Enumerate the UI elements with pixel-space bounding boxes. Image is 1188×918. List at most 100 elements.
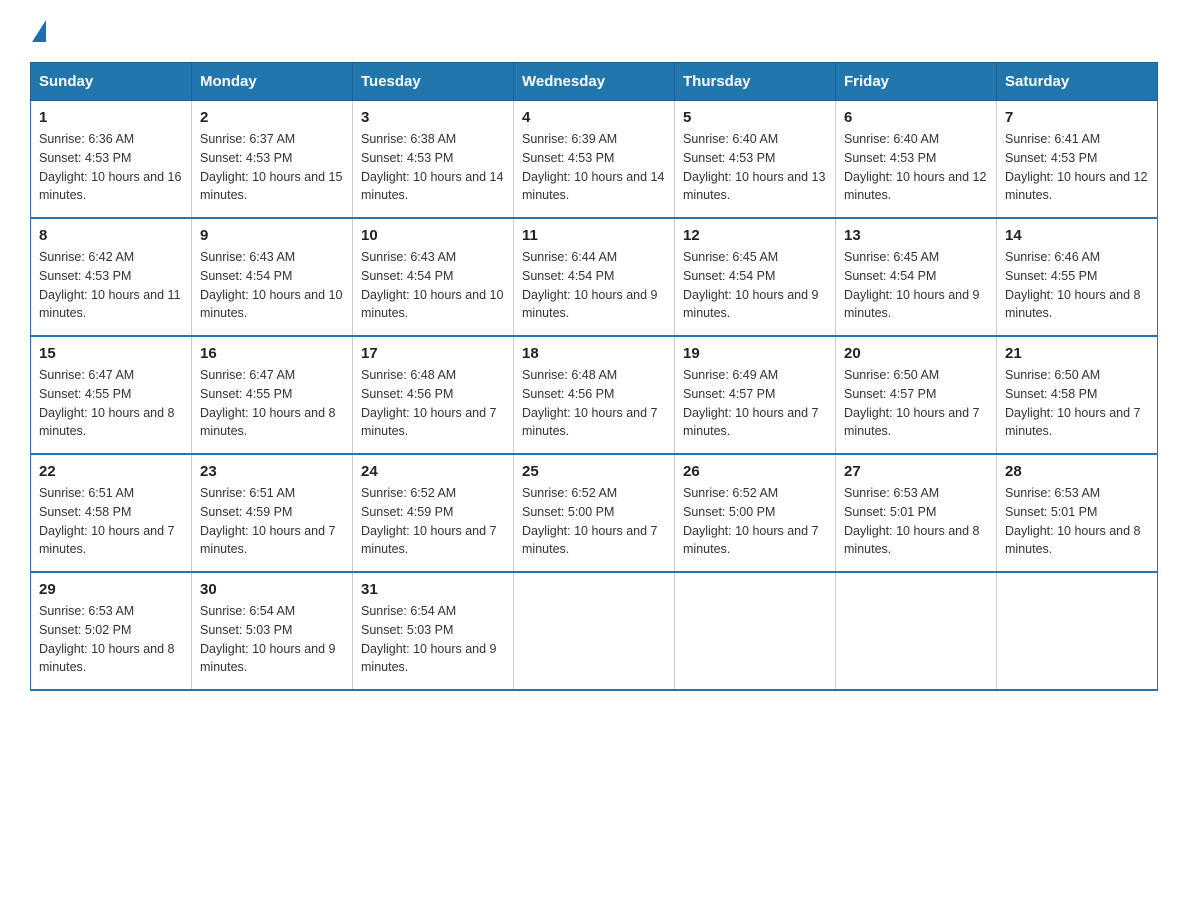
day-info: Sunrise: 6:38 AMSunset: 4:53 PMDaylight:… [361,130,505,205]
day-number: 3 [361,109,505,126]
day-number: 22 [39,463,183,480]
calendar-cell: 15 Sunrise: 6:47 AMSunset: 4:55 PMDayligh… [31,336,192,454]
page-header [30,20,1158,44]
calendar-cell: 21 Sunrise: 6:50 AMSunset: 4:58 PMDayligh… [997,336,1158,454]
calendar-cell [997,572,1158,690]
day-info: Sunrise: 6:46 AMSunset: 4:55 PMDaylight:… [1005,248,1149,323]
day-number: 29 [39,581,183,598]
logo-triangle-icon [32,20,46,42]
calendar-cell: 30 Sunrise: 6:54 AMSunset: 5:03 PMDayligh… [192,572,353,690]
calendar-cell: 4Sunrise: 6:39 AMSunset: 4:53 PMDaylight… [514,101,675,219]
calendar-cell: 23Sunrise: 6:51 AMSunset: 4:59 PMDayligh… [192,454,353,572]
calendar-cell: 29 Sunrise: 6:53 AMSunset: 5:02 PMDayligh… [31,572,192,690]
week-row-4: 22 Sunrise: 6:51 AMSunset: 4:58 PMDayligh… [31,454,1158,572]
day-info: Sunrise: 6:41 AMSunset: 4:53 PMDaylight:… [1005,130,1149,205]
day-number: 26 [683,463,827,480]
header-tuesday: Tuesday [353,63,514,101]
day-number: 10 [361,227,505,244]
day-number: 31 [361,581,505,598]
header-monday: Monday [192,63,353,101]
header-sunday: Sunday [31,63,192,101]
calendar-cell: 14 Sunrise: 6:46 AMSunset: 4:55 PMDayligh… [997,218,1158,336]
day-number: 19 [683,345,827,362]
calendar-cell: 9 Sunrise: 6:43 AMSunset: 4:54 PMDaylight… [192,218,353,336]
week-row-5: 29 Sunrise: 6:53 AMSunset: 5:02 PMDayligh… [31,572,1158,690]
day-info: Sunrise: 6:48 AMSunset: 4:56 PMDaylight:… [522,366,666,441]
calendar-cell: 19 Sunrise: 6:49 AMSunset: 4:57 PMDayligh… [675,336,836,454]
header-friday: Friday [836,63,997,101]
day-number: 25 [522,463,666,480]
day-number: 13 [844,227,988,244]
day-info: Sunrise: 6:51 AMSunset: 4:58 PMDaylight:… [39,484,183,559]
day-number: 21 [1005,345,1149,362]
day-number: 14 [1005,227,1149,244]
day-info: Sunrise: 6:52 AMSunset: 5:00 PMDaylight:… [522,484,666,559]
calendar-cell: 16 Sunrise: 6:47 AMSunset: 4:55 PMDayligh… [192,336,353,454]
day-number: 5 [683,109,827,126]
day-info: Sunrise: 6:40 AMSunset: 4:53 PMDaylight:… [844,130,988,205]
day-info: Sunrise: 6:50 AMSunset: 4:57 PMDaylight:… [844,366,988,441]
day-number: 16 [200,345,344,362]
calendar-cell: 28 Sunrise: 6:53 AMSunset: 5:01 PMDayligh… [997,454,1158,572]
day-number: 2 [200,109,344,126]
week-row-2: 8Sunrise: 6:42 AMSunset: 4:53 PMDaylight… [31,218,1158,336]
day-number: 30 [200,581,344,598]
day-info: Sunrise: 6:47 AMSunset: 4:55 PMDaylight:… [200,366,344,441]
header-wednesday: Wednesday [514,63,675,101]
day-number: 9 [200,227,344,244]
calendar-cell: 24 Sunrise: 6:52 AMSunset: 4:59 PMDayligh… [353,454,514,572]
day-info: Sunrise: 6:52 AMSunset: 4:59 PMDaylight:… [361,484,505,559]
header-thursday: Thursday [675,63,836,101]
day-info: Sunrise: 6:53 AMSunset: 5:01 PMDaylight:… [1005,484,1149,559]
day-info: Sunrise: 6:45 AMSunset: 4:54 PMDaylight:… [683,248,827,323]
day-number: 7 [1005,109,1149,126]
day-info: Sunrise: 6:50 AMSunset: 4:58 PMDaylight:… [1005,366,1149,441]
day-info: Sunrise: 6:52 AMSunset: 5:00 PMDaylight:… [683,484,827,559]
day-info: Sunrise: 6:53 AMSunset: 5:02 PMDaylight:… [39,602,183,677]
calendar-cell [514,572,675,690]
calendar-table: SundayMondayTuesdayWednesdayThursdayFrid… [30,62,1158,691]
logo [30,20,46,44]
day-info: Sunrise: 6:48 AMSunset: 4:56 PMDaylight:… [361,366,505,441]
day-info: Sunrise: 6:43 AMSunset: 4:54 PMDaylight:… [200,248,344,323]
day-info: Sunrise: 6:40 AMSunset: 4:53 PMDaylight:… [683,130,827,205]
day-number: 28 [1005,463,1149,480]
day-info: Sunrise: 6:47 AMSunset: 4:55 PMDaylight:… [39,366,183,441]
day-info: Sunrise: 6:36 AMSunset: 4:53 PMDaylight:… [39,130,183,205]
day-info: Sunrise: 6:54 AMSunset: 5:03 PMDaylight:… [200,602,344,677]
calendar-cell: 25 Sunrise: 6:52 AMSunset: 5:00 PMDayligh… [514,454,675,572]
calendar-cell: 13Sunrise: 6:45 AMSunset: 4:54 PMDayligh… [836,218,997,336]
calendar-cell [836,572,997,690]
day-number: 12 [683,227,827,244]
calendar-cell [675,572,836,690]
day-info: Sunrise: 6:49 AMSunset: 4:57 PMDaylight:… [683,366,827,441]
calendar-cell: 3 Sunrise: 6:38 AMSunset: 4:53 PMDaylight… [353,101,514,219]
day-info: Sunrise: 6:43 AMSunset: 4:54 PMDaylight:… [361,248,505,323]
calendar-cell: 26 Sunrise: 6:52 AMSunset: 5:00 PMDayligh… [675,454,836,572]
day-info: Sunrise: 6:54 AMSunset: 5:03 PMDaylight:… [361,602,505,677]
calendar-cell: 2 Sunrise: 6:37 AMSunset: 4:53 PMDaylight… [192,101,353,219]
day-number: 24 [361,463,505,480]
calendar-cell: 12 Sunrise: 6:45 AMSunset: 4:54 PMDayligh… [675,218,836,336]
day-info: Sunrise: 6:53 AMSunset: 5:01 PMDaylight:… [844,484,988,559]
calendar-cell: 20Sunrise: 6:50 AMSunset: 4:57 PMDayligh… [836,336,997,454]
day-number: 15 [39,345,183,362]
calendar-cell: 17 Sunrise: 6:48 AMSunset: 4:56 PMDayligh… [353,336,514,454]
calendar-cell: 18Sunrise: 6:48 AMSunset: 4:56 PMDayligh… [514,336,675,454]
calendar-cell: 10 Sunrise: 6:43 AMSunset: 4:54 PMDayligh… [353,218,514,336]
day-number: 23 [200,463,344,480]
day-number: 1 [39,109,183,126]
calendar-cell: 1 Sunrise: 6:36 AMSunset: 4:53 PMDaylight… [31,101,192,219]
day-number: 6 [844,109,988,126]
day-info: Sunrise: 6:42 AMSunset: 4:53 PMDaylight:… [39,248,183,323]
week-row-3: 15 Sunrise: 6:47 AMSunset: 4:55 PMDayligh… [31,336,1158,454]
calendar-cell: 7 Sunrise: 6:41 AMSunset: 4:53 PMDaylight… [997,101,1158,219]
day-number: 17 [361,345,505,362]
header-saturday: Saturday [997,63,1158,101]
calendar-cell: 5 Sunrise: 6:40 AMSunset: 4:53 PMDaylight… [675,101,836,219]
day-info: Sunrise: 6:44 AMSunset: 4:54 PMDaylight:… [522,248,666,323]
calendar-cell: 6 Sunrise: 6:40 AMSunset: 4:53 PMDaylight… [836,101,997,219]
calendar-cell: 22 Sunrise: 6:51 AMSunset: 4:58 PMDayligh… [31,454,192,572]
week-row-1: 1 Sunrise: 6:36 AMSunset: 4:53 PMDaylight… [31,101,1158,219]
day-info: Sunrise: 6:37 AMSunset: 4:53 PMDaylight:… [200,130,344,205]
